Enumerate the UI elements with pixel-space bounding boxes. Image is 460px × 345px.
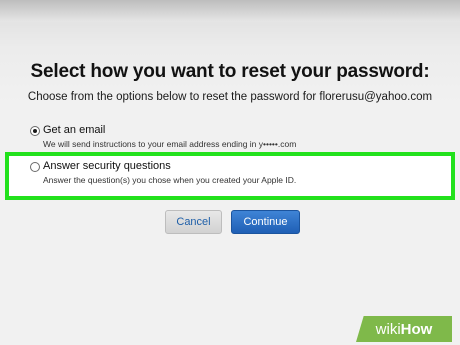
- watermark-suffix: How: [400, 320, 433, 338]
- option-security-description: Answer the question(s) you chose when yo…: [43, 175, 297, 185]
- page-subtitle: Choose from the options below to reset t…: [27, 91, 433, 103]
- cancel-button[interactable]: Cancel: [165, 210, 222, 234]
- email-radio-button[interactable]: [30, 126, 40, 136]
- security-questions-radio-button[interactable]: [30, 162, 40, 172]
- page-title: Select how you want to reset your passwo…: [30, 61, 430, 82]
- window-top-strip: [0, 0, 460, 22]
- option-email-label: Get an email: [43, 124, 106, 136]
- continue-button[interactable]: Continue: [231, 210, 300, 234]
- watermark-prefix: wiki: [375, 320, 401, 338]
- option-security-label: Answer security questions: [43, 160, 171, 172]
- wikihow-logo: wiki How: [356, 316, 452, 342]
- option-email-description: We will send instructions to your email …: [43, 139, 297, 149]
